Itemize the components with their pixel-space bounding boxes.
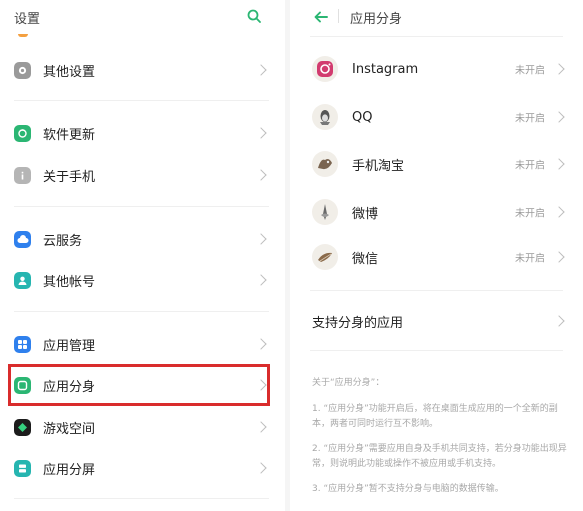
chevron-right-icon [255, 169, 267, 181]
app-item-label: 手机淘宝 [352, 158, 405, 174]
settings-item-label: 其他设置 [43, 64, 96, 80]
highlight-box [8, 364, 270, 406]
cloud-icon [14, 230, 31, 248]
section-divider [310, 350, 563, 351]
chevron-right-icon [255, 274, 267, 286]
account-icon [14, 271, 31, 289]
info-icon [14, 166, 31, 184]
settings-item-other-settings[interactable]: 其他设置 [14, 50, 269, 90]
settings-item-split-screen[interactable]: 应用分屏 [14, 448, 269, 488]
game-space-icon [14, 418, 31, 436]
apps-grid-icon [14, 335, 31, 353]
status-text: 未开启 [515, 65, 545, 77]
partial-item-edge [18, 34, 28, 37]
about-note-2: 2. “应用分身”需要应用自身及手机共同支持，若分身功能出现异常，则说明此功能或… [312, 444, 567, 469]
update-icon [14, 124, 31, 142]
supported-apps-item[interactable]: 支持分身的应用 [312, 301, 567, 341]
chevron-right-icon [553, 158, 565, 170]
chevron-right-icon [255, 64, 267, 76]
settings-item-label: 关于手机 [43, 169, 96, 185]
about-title: 关于“应用分身”： [312, 378, 385, 388]
app-item-wechat[interactable]: 微信 未开启 [312, 237, 567, 277]
chevron-right-icon [255, 421, 267, 433]
settings-item-label: 云服务 [43, 233, 83, 249]
gear-icon [14, 61, 31, 79]
header-divider [310, 36, 563, 37]
qq-icon [312, 104, 338, 130]
chevron-right-icon [553, 63, 565, 75]
page-title: 设置 [14, 12, 41, 27]
status-text: 未开启 [515, 113, 545, 125]
instagram-icon [312, 56, 338, 82]
app-item-taobao[interactable]: 手机淘宝 未开启 [312, 144, 567, 184]
app-item-label: 微信 [352, 251, 379, 267]
section-divider [14, 100, 269, 101]
split-screen-icon [14, 459, 31, 477]
supported-apps-label: 支持分身的应用 [312, 315, 404, 331]
about-note-1: 1. “应用分身”功能开启后，将在桌面生成应用的一个全新的副本，两者可同时运行互… [312, 404, 558, 429]
settings-item-label: 软件更新 [43, 127, 96, 143]
settings-item-label: 应用分屏 [43, 462, 96, 478]
chevron-right-icon [255, 462, 267, 474]
chevron-right-icon [553, 251, 565, 263]
chevron-right-icon [553, 206, 565, 218]
chevron-right-icon [255, 338, 267, 350]
section-divider [14, 498, 269, 499]
settings-item-about-phone[interactable]: 关于手机 [14, 155, 269, 195]
chevron-right-icon [553, 111, 565, 123]
section-divider [14, 206, 269, 207]
weibo-icon [312, 199, 338, 225]
app-item-instagram[interactable]: Instagram 未开启 [312, 49, 567, 89]
status-text: 未开启 [515, 208, 545, 220]
settings-item-label: 其他帐号 [43, 274, 96, 290]
status-text: 未开启 [515, 160, 545, 172]
app-item-label: QQ [352, 109, 373, 125]
settings-header: 设置 [0, 0, 285, 34]
wechat-icon [312, 244, 338, 270]
settings-item-other-accounts[interactable]: 其他帐号 [14, 260, 269, 300]
taobao-icon [312, 151, 338, 177]
settings-pane: 设置 其他设置 软件更新 关于手机 云服务 其他帐号 应用管理 应用分身 游戏空… [0, 0, 285, 511]
section-divider [310, 290, 563, 291]
settings-item-software-update[interactable]: 软件更新 [14, 113, 269, 153]
app-item-label: Instagram [352, 61, 419, 77]
app-clone-pane: 应用分身 Instagram 未开启 QQ 未开启 手机淘宝 未开启 微博 未开… [290, 0, 583, 511]
settings-item-app-management[interactable]: 应用管理 [14, 324, 269, 364]
back-arrow-icon[interactable] [314, 11, 328, 23]
about-note-3: 3. “应用分身”暂不支持分身与电脑的数据传输。 [312, 484, 504, 494]
chevron-right-icon [255, 233, 267, 245]
search-icon[interactable] [247, 9, 261, 23]
settings-item-label: 游戏空间 [43, 421, 96, 437]
settings-item-cloud-service[interactable]: 云服务 [14, 219, 269, 259]
app-item-qq[interactable]: QQ 未开启 [312, 97, 567, 137]
settings-item-label: 应用管理 [43, 338, 96, 354]
app-item-label: 微博 [352, 206, 379, 222]
app-item-weibo[interactable]: 微博 未开启 [312, 192, 567, 232]
chevron-right-icon [255, 127, 267, 139]
settings-item-game-space[interactable]: 游戏空间 [14, 407, 269, 447]
chevron-right-icon [553, 315, 565, 327]
header-separator [338, 9, 339, 23]
page-title: 应用分身 [350, 12, 403, 27]
status-text: 未开启 [515, 253, 545, 265]
app-clone-header: 应用分身 [290, 0, 583, 34]
section-divider [14, 311, 269, 312]
